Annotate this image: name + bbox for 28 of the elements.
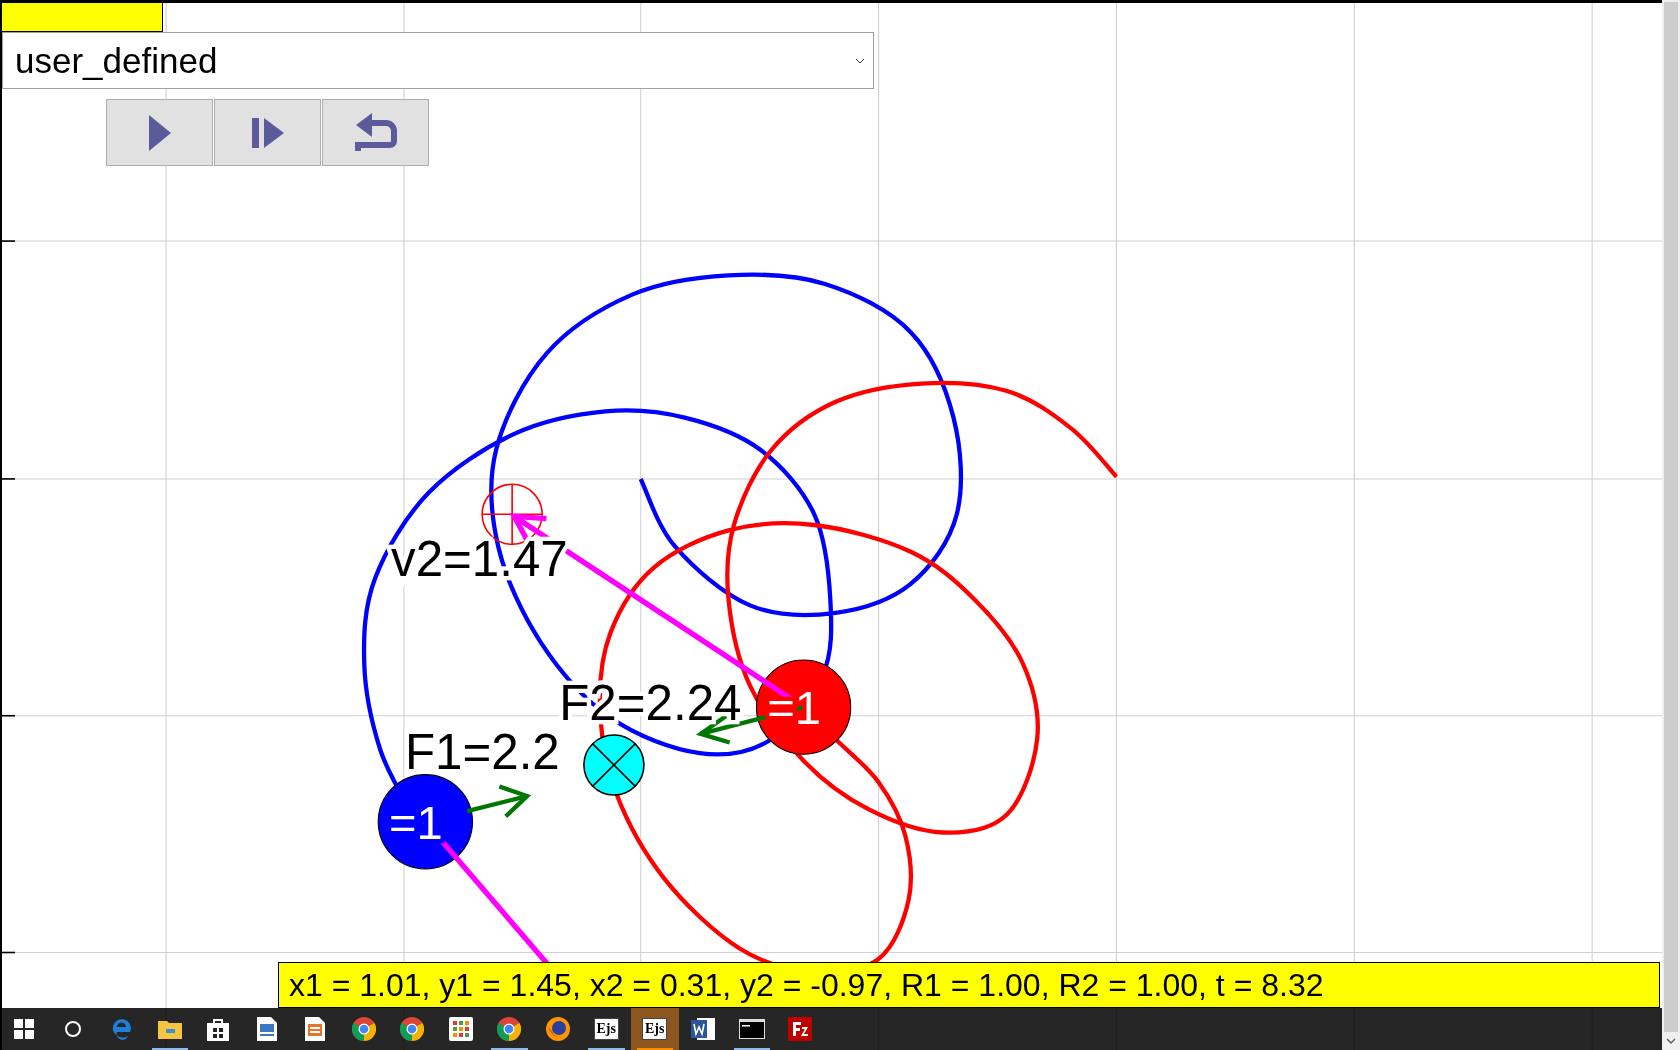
ball-label: =1 [388, 795, 443, 849]
play-icon [146, 112, 173, 153]
scrollbar-thumb[interactable] [1664, 2, 1678, 1032]
center-marker-icon [583, 734, 645, 796]
chevron-down-icon [855, 57, 865, 64]
browser-icon [497, 1017, 522, 1041]
browser-icon [351, 1017, 376, 1041]
taskbar-button[interactable]: Ejs [582, 1008, 631, 1050]
folder-icon [157, 1019, 182, 1039]
slides-icon [305, 1017, 326, 1041]
play-button[interactable] [106, 99, 213, 166]
app-grid-icon [448, 1017, 473, 1041]
terminal-icon [738, 1019, 765, 1039]
transfer-icon [788, 1017, 813, 1041]
force-arrow [466, 784, 532, 818]
force-label: F1=2.2 [405, 724, 560, 780]
mode-dropdown[interactable]: user_defined [2, 32, 874, 89]
browser-icon [400, 1017, 425, 1041]
document-icon [256, 1017, 277, 1041]
step-button[interactable] [214, 99, 321, 166]
globe-icon [545, 1017, 570, 1041]
status-bar: x1 = 1.01, y1 = 1.45, x2 = 0.31, y2 = -0.97, R1 = 1.00, R2 = 1.00, t = 8.32 [278, 962, 1660, 1008]
taskbar-button[interactable]: Ejs [630, 1008, 679, 1050]
document-icon [691, 1017, 716, 1041]
reset-button[interactable] [322, 99, 429, 166]
shopping-bag-icon [207, 1017, 230, 1041]
search-icon [63, 1020, 82, 1038]
start-icon [14, 1019, 35, 1039]
